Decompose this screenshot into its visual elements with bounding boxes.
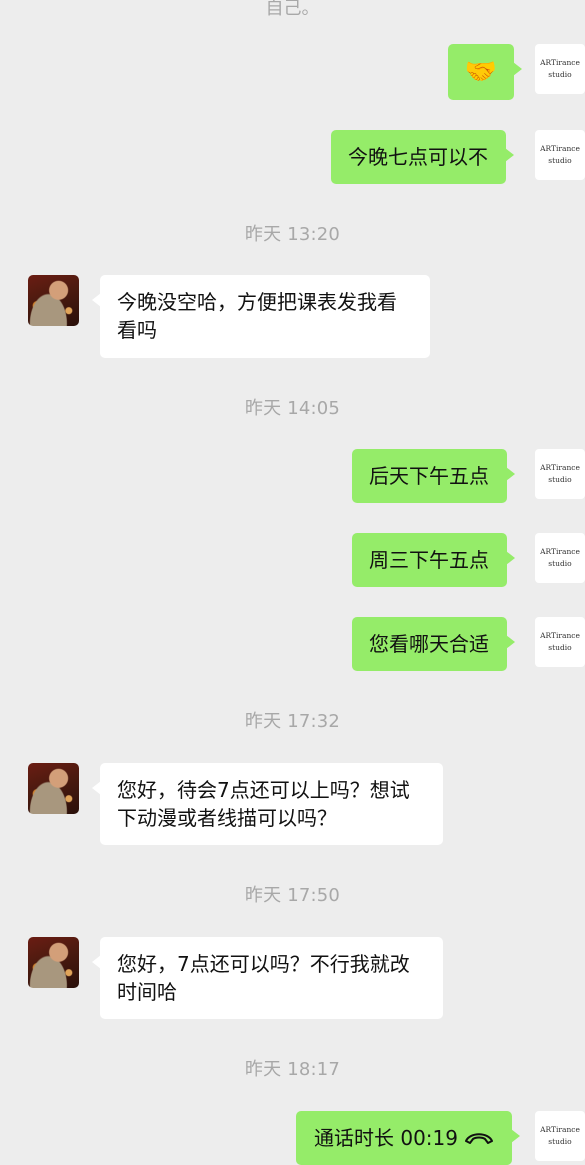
my-avatar[interactable]: ARTirance studio — [535, 449, 585, 499]
outgoing-message-bubble[interactable]: 周三下午五点 — [352, 533, 515, 587]
outgoing-message-bubble[interactable]: 后天下午五点 — [352, 449, 515, 503]
avatar-logo-subtext: studio — [548, 643, 572, 652]
message-text: 您好，7点还可以吗？不行我就改时间哈 — [117, 952, 410, 1004]
incoming-message-bubble[interactable]: 您好，待会7点还可以上吗？想试下动漫或者线描可以吗？ — [92, 763, 443, 845]
message-text: 今晚七点可以不 — [348, 145, 488, 169]
avatar-logo-subtext: studio — [548, 70, 572, 79]
avatar-logo-text: ARTirance — [540, 631, 580, 640]
avatar-logo-text: ARTirance — [540, 58, 580, 67]
avatar-logo-subtext: studio — [548, 475, 572, 484]
timestamp: 昨天 14:05 — [244, 398, 341, 419]
timestamp: 昨天 13:20 — [244, 224, 341, 245]
my-avatar[interactable]: ARTirance studio — [535, 617, 585, 667]
my-avatar[interactable]: ARTirance studio — [535, 1111, 585, 1161]
message-text: 今晚没空哈，方便把课表发我看看吗 — [117, 290, 397, 342]
my-avatar[interactable]: ARTirance studio — [535, 44, 585, 94]
my-avatar[interactable]: ARTirance studio — [535, 533, 585, 583]
incoming-message-bubble[interactable]: 您好，7点还可以吗？不行我就改时间哈 — [92, 937, 443, 1019]
message-text: 后天下午五点 — [369, 464, 489, 488]
contact-avatar[interactable] — [28, 763, 79, 814]
contact-avatar[interactable] — [28, 275, 79, 326]
message-text: 您看哪天合适 — [369, 632, 489, 656]
contact-avatar[interactable] — [28, 937, 79, 988]
call-duration-text: 通话时长 00:19 — [314, 1126, 458, 1150]
timestamp: 昨天 17:32 — [244, 711, 341, 732]
avatar-logo-text: ARTirance — [540, 1125, 580, 1134]
avatar-logo-text: ARTirance — [540, 463, 580, 472]
phone-hangup-icon — [465, 1132, 493, 1144]
outgoing-message-bubble[interactable]: 今晚七点可以不 — [331, 130, 514, 184]
previous-message-fragment: 自己。 — [265, 0, 320, 19]
chat-message-list[interactable]: 自己。 🤝 ARTirance studio 今晚七点可以不 ARTirance… — [0, 0, 585, 1165]
avatar-logo-text: ARTirance — [540, 547, 580, 556]
outgoing-message-bubble[interactable]: 您看哪天合适 — [352, 617, 515, 671]
avatar-logo-subtext: studio — [548, 559, 572, 568]
handshake-emoji: 🤝 — [464, 57, 498, 87]
message-text: 您好，待会7点还可以上吗？想试下动漫或者线描可以吗？ — [117, 778, 410, 830]
avatar-logo-subtext: studio — [548, 1137, 572, 1146]
timestamp: 昨天 17:50 — [244, 885, 341, 906]
call-record-bubble[interactable]: 通话时长 00:19 — [296, 1111, 520, 1165]
avatar-logo-subtext: studio — [548, 156, 572, 165]
avatar-logo-text: ARTirance — [540, 144, 580, 153]
my-avatar[interactable]: ARTirance studio — [535, 130, 585, 180]
outgoing-message-bubble[interactable]: 🤝 — [448, 44, 522, 100]
timestamp: 昨天 18:17 — [244, 1059, 341, 1080]
incoming-message-bubble[interactable]: 今晚没空哈，方便把课表发我看看吗 — [92, 275, 430, 358]
message-text: 周三下午五点 — [369, 548, 489, 572]
